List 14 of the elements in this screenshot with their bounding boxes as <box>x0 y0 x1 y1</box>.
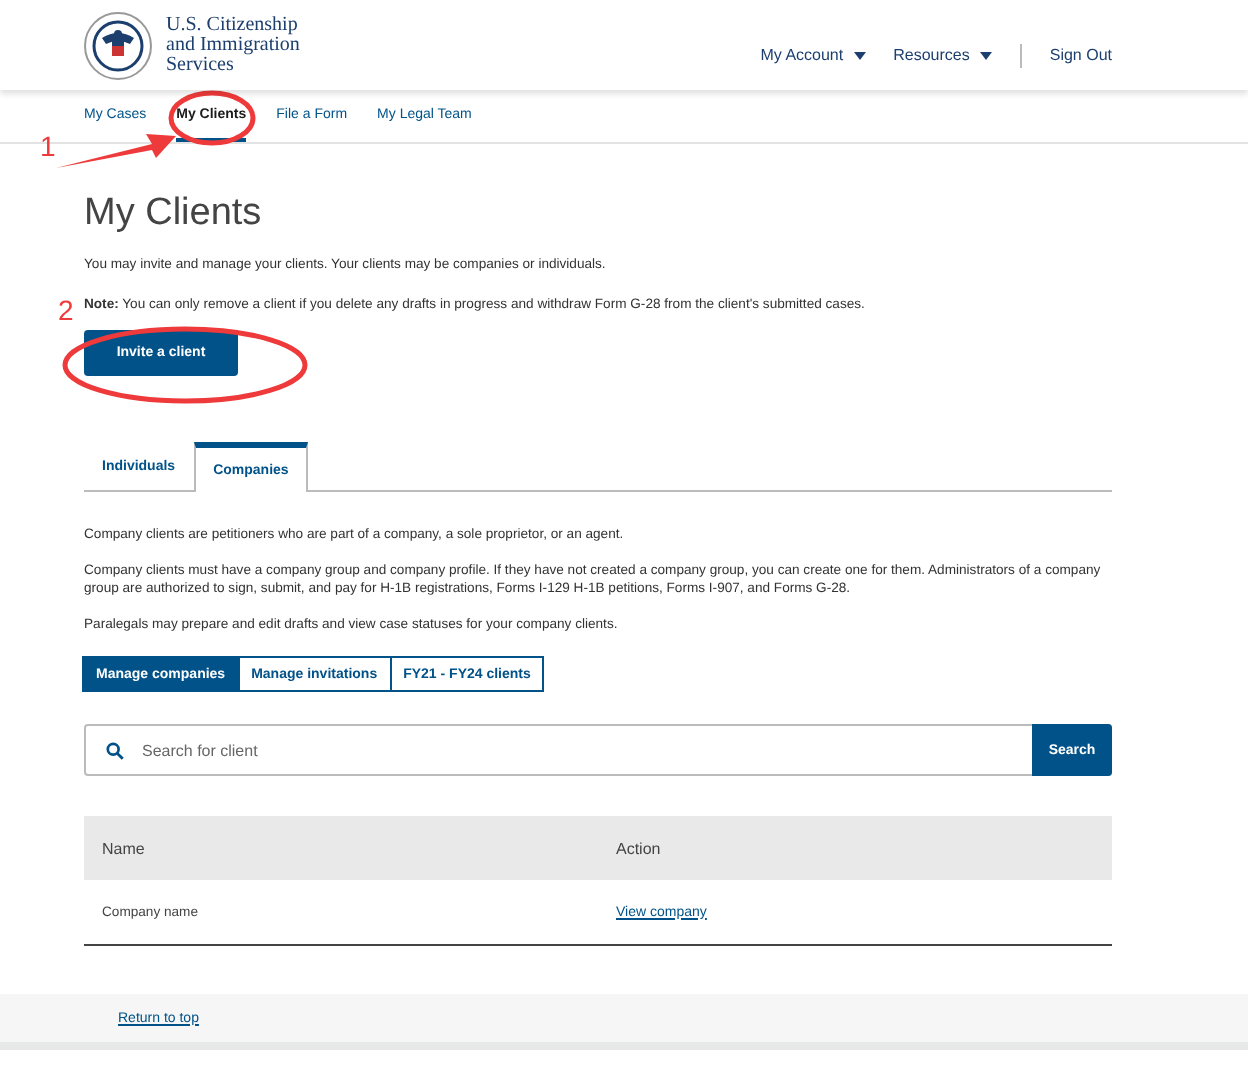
annotation-number: 1 <box>40 132 56 160</box>
column-header: Action <box>614 839 663 857</box>
circle-icon <box>62 326 308 404</box>
agency-name: U.S. Citizenship and Immigration Services <box>166 15 300 75</box>
page-title: My Clients <box>84 192 264 236</box>
annotation-number: 2 <box>58 296 74 324</box>
column-header: Name <box>100 839 147 857</box>
arrow-icon <box>56 128 176 170</box>
circle-icon <box>168 90 256 146</box>
header-menu-item[interactable]: My Account <box>760 46 866 64</box>
seal-logo <box>84 11 152 79</box>
header-menu-item[interactable]: Sign Out <box>1049 46 1112 64</box>
search-icon <box>106 741 124 759</box>
header-menu-item[interactable]: Resources <box>893 46 992 64</box>
